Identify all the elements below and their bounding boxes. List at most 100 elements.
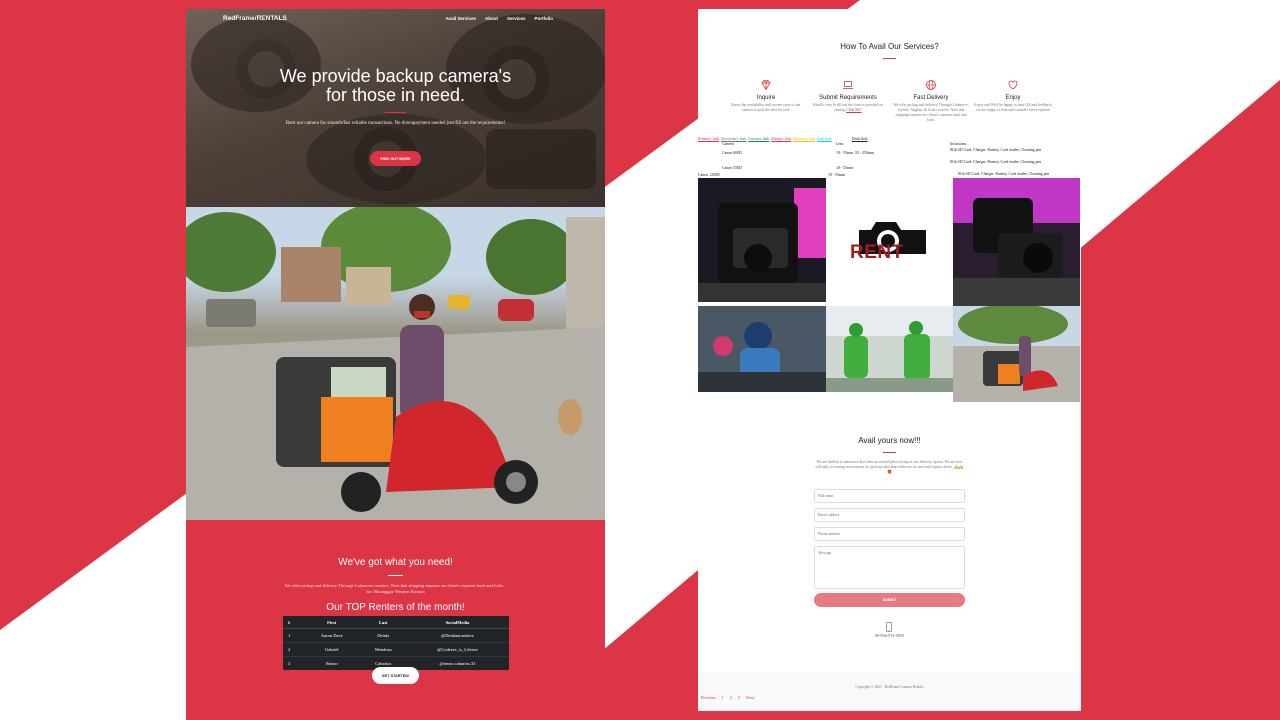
- service-title: Enjoy: [1005, 95, 1021, 101]
- message-field[interactable]: [814, 546, 965, 589]
- nav-link-portfolio[interactable]: Portfolio: [535, 16, 554, 21]
- nav-link-avail-services[interactable]: Avail Services: [446, 16, 476, 21]
- inclusion-1: 8Gb SD Card, Charger, Battery, Card read…: [950, 148, 1042, 152]
- footer: Copyright © 2021 - RedFrame Camera Renta…: [698, 672, 1081, 711]
- masthead-divider: [385, 112, 406, 113]
- service-title: Submit Requirements: [819, 95, 877, 101]
- masthead: We provide backup camera's for those in …: [186, 9, 605, 207]
- avail-divider: [883, 452, 896, 453]
- nav-link-about[interactable]: About: [485, 16, 498, 21]
- phone-field[interactable]: [814, 527, 965, 541]
- masthead-title: We provide backup camera's for those in …: [279, 66, 512, 105]
- table-cell: @Codeeee_is_Lifeeee: [405, 642, 509, 657]
- lens-1: 18 - 55mm, 55 - 250mm: [836, 151, 875, 155]
- pagination: Previous 1 2 3 Next: [701, 695, 754, 700]
- section-text: We offer pickup and delivery Through Lal…: [284, 583, 507, 594]
- copyright-text: Copyright © 2021 - RedFrame Camera Renta…: [855, 685, 924, 689]
- portfolio-camera-kit-photo[interactable]: [953, 178, 1080, 306]
- portfolio-delivery-photo[interactable]: [953, 306, 1080, 402]
- renters-table: # First Last SocialMedia 1 Aaron Dave De…: [283, 616, 509, 670]
- primary-link[interactable]: Primary link: [698, 136, 719, 141]
- contact-phone: 09-956-974-9035: [874, 633, 905, 638]
- how-to-divider: [883, 58, 896, 59]
- lens-2: 18 - 55mm: [836, 166, 854, 170]
- service-inquire: Inquire Know the availability and curren…: [726, 79, 806, 113]
- table-cell: 1: [283, 628, 303, 643]
- section-divider: [388, 575, 403, 576]
- phone-icon: [886, 622, 892, 632]
- success-link[interactable]: Success link: [748, 136, 769, 141]
- service-title: Inquire: [756, 95, 776, 101]
- brand-logo[interactable]: RedFrame/RENTALS: [223, 15, 287, 22]
- portfolio-handover-photo[interactable]: [826, 306, 953, 392]
- rent-logo: RENT: [826, 178, 953, 302]
- laptop-icon: [843, 81, 853, 89]
- info-link[interactable]: Info link: [817, 136, 832, 141]
- table-header: First: [302, 616, 361, 629]
- camera-2: Canon 550D: [722, 166, 742, 170]
- avail-text: We are thrilled to announce that after s…: [815, 460, 964, 475]
- danger-link[interactable]: Danger link: [771, 136, 791, 141]
- inclusion-3: 8Gb SD Card, Charger, Battery, Card read…: [958, 172, 1050, 176]
- table-cell: 2: [283, 642, 303, 657]
- table-cell: @Deinlaarondave: [405, 628, 509, 643]
- globe-icon: [926, 80, 936, 90]
- service-desc: We offer pickup and delivery Through Lal…: [893, 103, 969, 122]
- inclusion-2: 8Gb SD Card, Charger, Battery, Card read…: [950, 160, 1042, 164]
- dark-link[interactable]: Dark link: [852, 136, 868, 141]
- service-delivery: Fast Delivery We offer pickup and delive…: [891, 79, 971, 123]
- pagination-page-2[interactable]: 2: [730, 695, 732, 700]
- table-header: #: [283, 616, 303, 629]
- gem-icon: [761, 80, 771, 91]
- rent-logo-text: RENT: [850, 242, 904, 263]
- service-submit: Submit Requirements Kindly view & fill o…: [808, 79, 888, 113]
- service-title: Fast Delivery: [913, 95, 949, 101]
- find-out-more-button[interactable]: FIND OUT MORE: [370, 151, 421, 166]
- pagination-page-1[interactable]: 1: [722, 695, 724, 700]
- click-me-link[interactable]: Click Me!: [846, 108, 862, 112]
- inclusions-label: Inclusions:: [950, 142, 968, 146]
- navbar: RedFrame/RENTALS Avail Services About Se…: [186, 9, 605, 29]
- table-header-row: # First Last SocialMedia: [283, 616, 509, 629]
- submit-button[interactable]: SUBMIT: [814, 593, 965, 607]
- pagination-previous[interactable]: Previous: [701, 695, 716, 700]
- nav-links: Avail Services About Services Portfolio: [446, 16, 553, 21]
- camera-label: Camera: [722, 142, 735, 146]
- camera-background-image: [191, 14, 605, 204]
- delivery-rider-photo: [186, 207, 605, 520]
- table-row: 1 Aaron Dave Deinla @Deinlaarondave: [283, 628, 509, 643]
- table-cell: 3: [283, 656, 303, 670]
- renters-title: Our TOP Renters of the month!: [326, 602, 465, 613]
- how-to-title: How To Avail Our Services?: [840, 42, 939, 51]
- landing-page-left: We provide backup camera's for those in …: [186, 9, 605, 720]
- table-cell: @renzo.cabarios.33: [405, 656, 509, 670]
- portfolio-rider-photo[interactable]: [698, 306, 826, 392]
- camera-1: Canon 600D: [722, 151, 742, 155]
- lens-label: Lens: [836, 142, 844, 146]
- pagination-page-3[interactable]: 3: [738, 695, 740, 700]
- section-title: We've got what you need!: [338, 557, 453, 568]
- table-cell: Mendoza: [360, 642, 406, 657]
- table-cell: Gabriel: [302, 642, 361, 657]
- table-header: SocialMedia: [405, 616, 509, 629]
- link-row: Primary link Secondary link Success link…: [698, 136, 869, 141]
- masthead-text: Rent our camera for smooth/fast reliable…: [285, 121, 506, 126]
- table-cell: Aaron Dave: [302, 628, 361, 643]
- services-page-right: How To Avail Our Services? Inquire Know …: [698, 9, 1081, 711]
- secondary-link[interactable]: Secondary link: [721, 136, 746, 141]
- table-row: 2 Gabriel Mendoza @Codeeee_is_Lifeeee: [283, 642, 509, 657]
- nav-link-services[interactable]: Services: [507, 16, 526, 21]
- email-field[interactable]: [814, 508, 965, 522]
- service-desc: Know the availability and current rates …: [731, 103, 801, 112]
- full-name-field[interactable]: [814, 489, 965, 503]
- pagination-next[interactable]: Next: [746, 695, 754, 700]
- heart-icon: [1008, 80, 1018, 90]
- get-started-button[interactable]: GET STARTED!: [372, 667, 419, 684]
- table-header: Last: [360, 616, 406, 629]
- warning-link[interactable]: Warning link: [793, 136, 815, 141]
- portfolio-camera-bag-photo[interactable]: [698, 178, 826, 302]
- service-desc: Kindly view & fill out the form to proce…: [813, 103, 883, 112]
- service-enjoy: Enjoy Enjoy and We'd be happy to hear QA…: [973, 79, 1053, 113]
- table-cell: Deinla: [360, 628, 406, 643]
- avail-title: Avail yours now!!!: [858, 436, 921, 445]
